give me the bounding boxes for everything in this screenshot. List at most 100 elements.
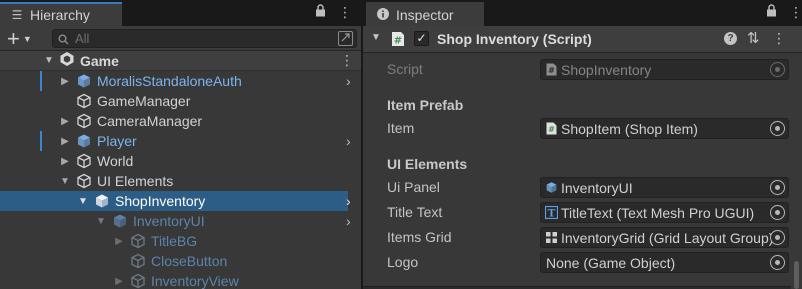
title-text-field[interactable]: T TitleText (Text Mesh Pro UGUI) [540,202,789,223]
hierarchy-row-camera-manager[interactable]: ▶ CameraManager [0,111,348,131]
svg-text:#: # [548,66,555,75]
field-value: ShopInventory [561,62,652,78]
object-picker-icon[interactable] [770,180,785,195]
scrollbar-thumb[interactable] [794,261,799,289]
caret-down-icon: ▼ [22,33,32,44]
collapsed-arrow-icon[interactable]: ▶ [114,276,124,287]
object-picker-icon[interactable] [770,205,785,220]
tab-hierarchy[interactable]: ☰ Hierarchy [0,2,122,26]
ui-panel-field[interactable]: InventoryUI [540,177,789,198]
collapsed-arrow-icon[interactable]: ▶ [114,236,124,247]
inspector-scrollbar[interactable] [791,53,802,289]
svg-text:#: # [394,36,402,47]
expanded-arrow-icon[interactable]: ▼ [96,216,106,227]
search-by-type-icon[interactable] [338,31,353,46]
row-label: MoralisStandaloneAuth [97,73,242,89]
script-field: # ShopInventory [540,59,789,80]
hierarchy-row-player[interactable]: ▶ Player › [0,131,351,151]
logo-field[interactable]: None (Game Object) [540,252,789,273]
inspector-panel: Inspector ⋮ ▼ # ✓ Shop Inventory (Script… [363,0,802,289]
collapsed-arrow-icon[interactable]: ▶ [60,116,70,127]
row-label: ShopInventory [115,193,206,209]
prop-label: Items Grid [387,229,452,245]
expanded-arrow-icon[interactable]: ▼ [78,196,88,207]
row-label: Player [97,133,137,149]
open-prefab-chevron-icon[interactable]: › [346,133,351,149]
scene-row[interactable]: ▼ Game ⋮ [0,51,361,71]
prefab-icon [76,133,92,149]
hierarchy-toolbar: + ▼ [0,26,361,51]
field-value: TitleText (Text Mesh Pro UGUI) [561,205,755,221]
lock-icon[interactable] [766,4,777,21]
component-title: Shop Inventory (Script) [437,31,592,47]
hierarchy-tabbar: ☰ Hierarchy ⋮ [0,0,361,26]
hierarchy-row-game-manager[interactable]: GameManager [0,91,348,111]
info-icon [376,7,390,23]
open-prefab-chevron-icon[interactable]: › [346,213,351,229]
row-label: CameraManager [97,113,203,129]
lock-icon[interactable] [315,4,326,21]
gameobject-icon [76,113,92,129]
collapsed-arrow-icon[interactable]: ▶ [60,156,70,167]
hierarchy-row-inventory-view[interactable]: ▶ InventoryView [0,271,348,289]
hierarchy-row-inventory-ui[interactable]: ▼ InventoryUI › [0,211,351,231]
open-prefab-chevron-icon[interactable]: › [346,193,351,209]
object-picker-icon[interactable] [770,230,785,245]
create-dropdown-button[interactable]: + ▼ [4,25,40,51]
open-prefab-chevron-icon[interactable]: › [346,73,351,89]
more-menu-icon[interactable]: ⋮ [338,4,352,21]
component-menu-icon[interactable]: ⋮ [772,30,786,47]
hierarchy-row-title-bg[interactable]: ▶ TitleBG [0,231,348,251]
inspector-tab-tools: ⋮ [766,4,802,21]
row-label: World [97,153,134,169]
row-label: CloseButton [151,253,228,269]
hierarchy-tab-tools: ⋮ [315,4,352,21]
items-grid-field[interactable]: InventoryGrid (Grid Layout Group) [540,227,789,248]
gameobject-icon [130,233,146,249]
hierarchy-row-world[interactable]: ▶ World [0,151,348,171]
component-header[interactable]: ▼ # ✓ Shop Inventory (Script) ? ⇅ ⋮ [363,26,802,53]
collapsed-arrow-icon[interactable]: ▶ [60,136,70,147]
collapsed-arrow-icon[interactable]: ▶ [60,76,70,87]
hierarchy-row-moralis-standalone-auth[interactable]: ▶ MoralisStandaloneAuth › [0,71,351,91]
prefab-icon [76,73,92,89]
prop-label: Logo [387,254,419,270]
help-icon[interactable]: ? [724,32,737,45]
hierarchy-panel: ☰ Hierarchy ⋮ + ▼ ▼ Game [0,0,361,289]
row-label: UI Elements [97,173,174,189]
gameobject-icon [130,253,146,269]
hierarchy-list-icon: ☰ [11,8,23,22]
prefab-icon [94,193,110,209]
inspector-tabbar: Inspector ⋮ [363,0,802,26]
override-marker [40,131,42,151]
presets-icon[interactable]: ⇅ [747,29,760,47]
prop-label: Item [387,120,415,136]
field-value: InventoryUI [561,180,633,196]
row-label: GameManager [97,93,191,109]
object-picker-icon[interactable] [770,255,785,270]
prop-script: Script # ShopInventory [363,57,802,82]
prop-logo: Logo None (Game Object) [363,250,802,275]
prop-ui-panel: Ui Panel InventoryUI [363,175,802,200]
expand-arrow-icon[interactable]: ▼ [44,55,54,66]
hierarchy-row-shop-inventory[interactable]: ▼ ShopInventory › [0,191,351,211]
tab-hierarchy-label: Hierarchy [30,7,90,23]
prop-label: Ui Panel [387,179,440,195]
more-menu-icon[interactable]: ⋮ [789,4,802,21]
search-input[interactable] [75,30,325,47]
plus-icon: + [7,25,20,51]
hierarchy-row-ui-elements[interactable]: ▼ UI Elements [0,171,348,191]
object-picker-icon[interactable] [770,121,785,136]
prefab-icon [545,181,558,194]
scene-menu-icon[interactable]: ⋮ [340,52,354,69]
prop-label: Script [387,61,423,77]
tab-inspector[interactable]: Inspector [366,2,484,26]
object-picker-icon [770,62,785,77]
expanded-arrow-icon[interactable]: ▼ [60,176,70,187]
component-enabled-checkbox[interactable]: ✓ [414,31,429,46]
hierarchy-row-close-button[interactable]: CloseButton [0,251,348,271]
row-label: TitleBG [151,233,198,249]
grid-layout-icon [545,231,558,244]
item-field[interactable]: # ShopItem (Shop Item) [540,118,789,139]
foldout-arrow-icon[interactable]: ▼ [371,32,381,43]
